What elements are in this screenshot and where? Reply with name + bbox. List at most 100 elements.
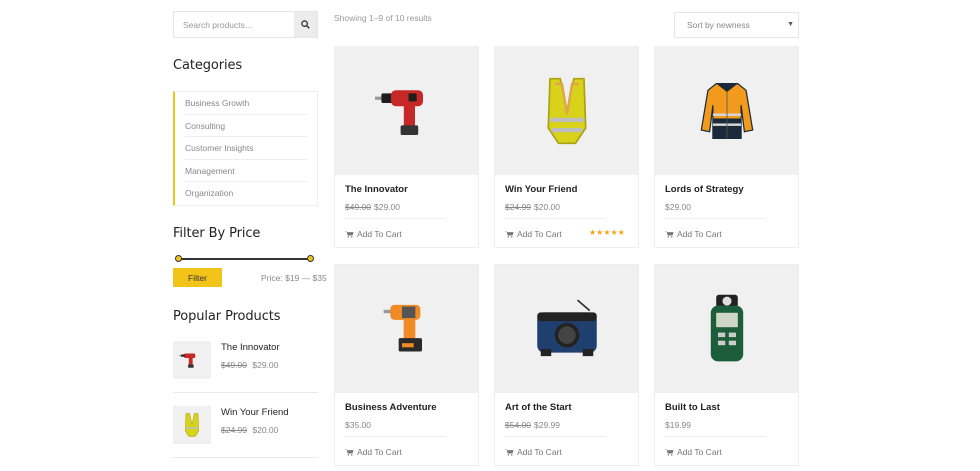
add-to-cart-button[interactable]: Add To Cart (345, 447, 402, 457)
cart-icon (665, 449, 674, 456)
popular-product-thumbnail[interactable] (173, 341, 211, 379)
current-price: $19.99 (665, 420, 691, 430)
popular-product-name[interactable]: The Innovator (221, 342, 280, 353)
product-title[interactable]: Built to Last (665, 402, 720, 413)
add-to-cart-label: Add To Cart (357, 447, 402, 457)
product-image[interactable] (655, 265, 798, 393)
old-price: $49.00 (345, 202, 371, 212)
current-price: $29.00 (252, 360, 279, 370)
drill-icon (179, 353, 196, 368)
old-price: $24.99 (221, 425, 247, 435)
divider (505, 218, 606, 219)
cart-icon (505, 449, 514, 456)
product-title[interactable]: The Innovator (345, 184, 408, 195)
add-to-cart-label: Add To Cart (677, 229, 722, 239)
add-to-cart-label: Add To Cart (517, 229, 562, 239)
popular-product-name[interactable]: Win Your Friend (221, 407, 289, 418)
add-to-cart-button[interactable]: Add To Cart (505, 229, 562, 239)
old-price: $49.00 (221, 360, 247, 370)
add-to-cart-label: Add To Cart (517, 447, 562, 457)
cart-icon (665, 231, 674, 238)
category-management[interactable]: Management (185, 160, 307, 183)
search-button[interactable] (294, 12, 317, 37)
product-image[interactable] (335, 47, 478, 175)
search-icon (301, 20, 310, 29)
popular-product-price: $24.99 $20.00 (221, 425, 278, 435)
categories-list: Business Growth Consulting Customer Insi… (173, 91, 318, 206)
product-title[interactable]: Lords of Strategy (665, 184, 744, 195)
caret-down-icon: ▼ (787, 21, 794, 28)
divider (345, 436, 446, 437)
current-price: $29.00 (665, 202, 691, 212)
add-to-cart-label: Add To Cart (357, 229, 402, 239)
product-card: Built to Last $19.99 Add To Cart (654, 264, 799, 466)
product-image[interactable] (335, 265, 478, 393)
product-title[interactable]: Art of the Start (505, 402, 572, 413)
divider (665, 436, 766, 437)
product-price: $29.00 (665, 202, 691, 212)
product-card: Business Adventure $35.00 Add To Cart (334, 264, 479, 466)
sort-select[interactable]: Sort by newness ▼ (674, 12, 799, 38)
product-card: Lords of Strategy $29.00 Add To Cart (654, 46, 799, 248)
product-price: $54.00 $29.99 (505, 420, 560, 430)
divider (345, 218, 446, 219)
old-price: $54.00 (505, 420, 531, 430)
product-price: $49.00 $29.00 (345, 202, 400, 212)
cart-icon (505, 231, 514, 238)
categories-title: Categories (173, 58, 243, 73)
popular-product-item: Win Your Friend $24.99 $20.00 (173, 406, 318, 458)
popular-product-item: The Innovator $49.00 $29.00 (173, 341, 318, 393)
star-rating: ★★★★★ (589, 228, 625, 237)
divider (665, 218, 766, 219)
product-image[interactable] (495, 265, 638, 393)
add-to-cart-button[interactable]: Add To Cart (345, 229, 402, 239)
category-organization[interactable]: Organization (185, 182, 307, 205)
product-card: Art of the Start $54.00 $29.99 Add To Car… (494, 264, 639, 466)
product-price: $24.99 $20.00 (505, 202, 560, 212)
product-card: The Innovator $49.00 $29.00 Add To Cart (334, 46, 479, 248)
power-drill-icon (383, 304, 422, 352)
add-to-cart-button[interactable]: Add To Cart (505, 447, 562, 457)
cart-icon (345, 231, 354, 238)
category-business-growth[interactable]: Business Growth (185, 92, 307, 115)
sort-selected-value: Sort by newness (687, 20, 750, 30)
product-title[interactable]: Business Adventure (345, 402, 437, 413)
filter-by-price-title: Filter By Price (173, 226, 261, 241)
popular-product-thumbnail[interactable] (173, 406, 211, 444)
safety-vest-icon (546, 77, 587, 145)
divider (505, 436, 606, 437)
result-count: Showing 1–9 of 10 results (334, 13, 432, 23)
product-search (173, 11, 318, 38)
add-to-cart-button[interactable]: Add To Cart (665, 229, 722, 239)
product-price: $35.00 (345, 420, 371, 430)
cart-icon (345, 449, 354, 456)
price-min-handle[interactable] (175, 255, 182, 262)
search-input[interactable] (174, 12, 294, 37)
popular-products-title: Popular Products (173, 309, 281, 324)
price-range-label: Price: $19 — $35 (261, 273, 327, 283)
current-price: $35.00 (345, 420, 371, 430)
old-price: $24.99 (505, 202, 531, 212)
popular-product-price: $49.00 $29.00 (221, 360, 278, 370)
current-price: $29.99 (534, 420, 560, 430)
current-price: $20.00 (534, 202, 560, 212)
price-slider-track (177, 258, 312, 260)
current-price: $20.00 (252, 425, 279, 435)
product-price: $19.99 (665, 420, 691, 430)
category-consulting[interactable]: Consulting (185, 115, 307, 138)
jacket-icon (700, 83, 753, 139)
price-slider[interactable] (175, 255, 314, 263)
add-to-cart-button[interactable]: Add To Cart (665, 447, 722, 457)
add-to-cart-label: Add To Cart (677, 447, 722, 457)
category-customer-insights[interactable]: Customer Insights (185, 137, 307, 160)
product-image[interactable] (655, 47, 798, 175)
safety-vest-icon (185, 413, 199, 437)
product-image[interactable] (495, 47, 638, 175)
product-card: Win Your Friend $24.99 $20.00 Add To Cart… (494, 46, 639, 248)
radio-icon (536, 299, 597, 357)
price-max-handle[interactable] (307, 255, 314, 262)
drill-icon (374, 90, 423, 135)
filter-button[interactable]: Filter (173, 268, 222, 287)
current-price: $29.00 (374, 202, 400, 212)
product-title[interactable]: Win Your Friend (505, 184, 577, 195)
